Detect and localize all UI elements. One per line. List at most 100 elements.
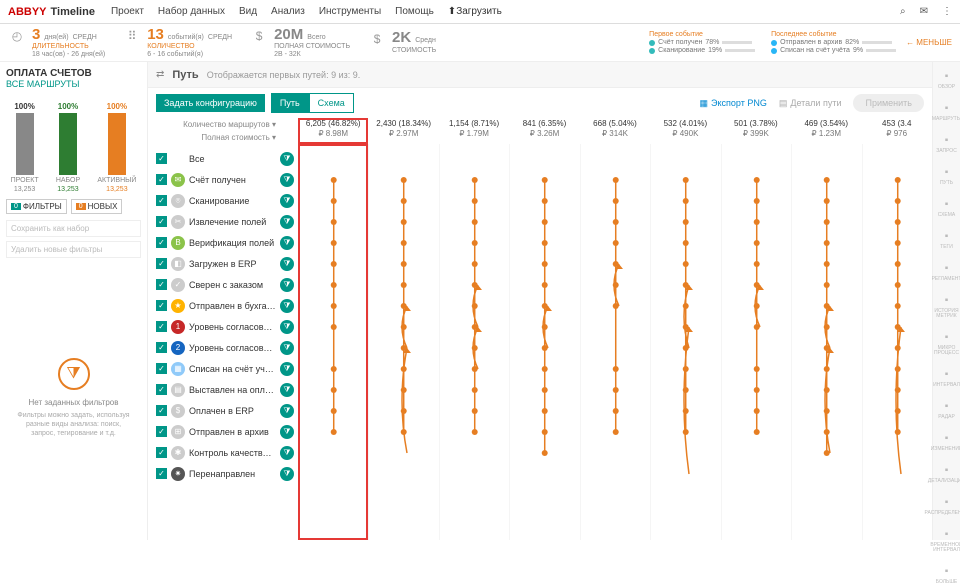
- event-row[interactable]: ✓$Оплачен в ERP⧩: [156, 400, 294, 421]
- event-row[interactable]: ✓✱Контроль качества рас...⧩: [156, 442, 294, 463]
- checkbox-icon[interactable]: ✓: [156, 468, 167, 479]
- menu-Вид[interactable]: Вид: [239, 6, 257, 17]
- checkbox-icon[interactable]: ✓: [156, 216, 167, 227]
- cost-selector[interactable]: Полная стоимость ▾: [148, 133, 284, 142]
- delete-filters-button[interactable]: Удалить новые фильтры: [6, 241, 141, 258]
- event-row[interactable]: ✓2Уровень согласования 2⧩: [156, 337, 294, 358]
- checkbox-icon[interactable]: ✓: [156, 321, 167, 332]
- path-column[interactable]: [298, 144, 368, 540]
- filter-icon[interactable]: ⧩: [280, 341, 294, 355]
- path-column-header[interactable]: 1,154 (8.71%)₽ 1.79M: [439, 118, 509, 144]
- path-column[interactable]: [580, 144, 650, 540]
- filter-icon[interactable]: ⧩: [280, 236, 294, 250]
- filter-icon[interactable]: ⧩: [280, 299, 294, 313]
- checkbox-icon[interactable]: ✓: [156, 447, 167, 458]
- event-row[interactable]: ✓⊞Отправлен в архив⧩: [156, 421, 294, 442]
- event-row[interactable]: ✓▤Выставлен на оплату⧩: [156, 379, 294, 400]
- filter-icon[interactable]: ⧩: [280, 362, 294, 376]
- rail-ИЗМЕНЕНИЕ[interactable]: ▪ИЗМЕНЕНИЕ: [931, 430, 960, 452]
- tab-path[interactable]: Путь: [271, 93, 309, 113]
- rail-РАДАР[interactable]: ▪РАДАР: [938, 398, 955, 420]
- event-row[interactable]: ✓✂Извлечение полей⧩: [156, 211, 294, 232]
- checkbox-icon[interactable]: ✓: [156, 153, 167, 164]
- rail-МАРШРУТЫ[interactable]: ▪МАРШРУТЫ: [932, 100, 960, 122]
- collapse-button[interactable]: ← МЕНЬШЕ: [906, 38, 952, 47]
- search-icon[interactable]: ⌕: [900, 6, 906, 17]
- checkbox-icon[interactable]: ✓: [156, 300, 167, 311]
- checkbox-icon[interactable]: ✓: [156, 405, 167, 416]
- event-row[interactable]: ✓⌾Сканирование⧩: [156, 190, 294, 211]
- rail-ДЕТАЛИЗАЦИЯ[interactable]: ▪ДЕТАЛИЗАЦИЯ: [928, 462, 960, 484]
- menu-Помощь[interactable]: Помощь: [395, 6, 434, 17]
- path-column-header[interactable]: 841 (6.35%)₽ 3.26M: [509, 118, 579, 144]
- save-as-set-button[interactable]: Сохранить как набор: [6, 220, 141, 237]
- routes-selector[interactable]: Количество маршрутов ▾: [148, 120, 284, 129]
- filter-icon[interactable]: ⧩: [280, 404, 294, 418]
- filter-icon[interactable]: ⧩: [280, 446, 294, 460]
- path-details-button[interactable]: ▤ Детали пути: [779, 98, 842, 109]
- checkbox-icon[interactable]: ✓: [156, 384, 167, 395]
- menu-Анализ[interactable]: Анализ: [271, 6, 305, 17]
- filter-icon[interactable]: ⧩: [280, 320, 294, 334]
- event-row[interactable]: ✓≡Все⧩: [156, 148, 294, 169]
- rail-РЕГЛАМЕНТ[interactable]: ▪РЕГЛАМЕНТ: [932, 260, 960, 282]
- event-row[interactable]: ✓BВерификация полей⧩: [156, 232, 294, 253]
- rail-ТЕГИ[interactable]: ▪ТЕГИ: [939, 228, 955, 250]
- menu-Инструменты[interactable]: Инструменты: [319, 6, 381, 17]
- checkbox-icon[interactable]: ✓: [156, 363, 167, 374]
- tab-scheme[interactable]: Схема: [309, 93, 354, 113]
- filters-button[interactable]: 0ФИЛЬТРЫ: [6, 199, 67, 214]
- path-column[interactable]: [650, 144, 720, 540]
- export-png-button[interactable]: ▦ Экспорт PNG: [699, 98, 766, 109]
- filter-icon[interactable]: ⧩: [280, 467, 294, 481]
- event-row[interactable]: ✓✷Перенаправлен⧩: [156, 463, 294, 484]
- filter-icon[interactable]: ⧩: [280, 383, 294, 397]
- new-filters-button[interactable]: 0НОВЫХ: [71, 199, 123, 214]
- mail-icon[interactable]: ✉: [920, 6, 928, 17]
- event-row[interactable]: ✓✉Счёт получен⧩: [156, 169, 294, 190]
- path-column[interactable]: [791, 144, 861, 540]
- rail-ИСТОРИЯ МЕТРИК[interactable]: ▪ИСТОРИЯ МЕТРИК: [933, 292, 960, 319]
- path-column[interactable]: [509, 144, 579, 540]
- config-button[interactable]: Задать конфигурацию: [156, 94, 265, 112]
- filter-icon[interactable]: ⧩: [280, 173, 294, 187]
- path-column-header[interactable]: 6,205 (46.82%)₽ 8.98M: [298, 118, 368, 144]
- filter-icon[interactable]: ⧩: [280, 425, 294, 439]
- rail-БОЛЬШЕ[interactable]: ▪БОЛЬШЕ: [936, 563, 958, 585]
- path-column[interactable]: [368, 144, 438, 540]
- event-row[interactable]: ✓▦Списан на счёт учёта⧩: [156, 358, 294, 379]
- checkbox-icon[interactable]: ✓: [156, 174, 167, 185]
- checkbox-icon[interactable]: ✓: [156, 342, 167, 353]
- rail-ИНТЕРВАЛ[interactable]: ▪ИНТЕРВАЛ: [933, 366, 960, 388]
- rail-МИКРО ПРОЦЕСС[interactable]: ▪МИКРО ПРОЦЕСС: [933, 329, 960, 356]
- rail-ОБЗОР[interactable]: ▪ОБЗОР: [938, 68, 955, 90]
- event-row[interactable]: ✓★Отправлен в бухгалтерию⧩: [156, 295, 294, 316]
- path-column[interactable]: [862, 144, 932, 540]
- path-column-header[interactable]: 469 (3.54%)₽ 1.23M: [791, 118, 861, 144]
- filter-icon[interactable]: ⧩: [280, 257, 294, 271]
- path-column-header[interactable]: 453 (3.4₽ 976: [862, 118, 932, 144]
- filter-icon[interactable]: ⧩: [280, 152, 294, 166]
- path-column-header[interactable]: 668 (5.04%)₽ 314K: [580, 118, 650, 144]
- checkbox-icon[interactable]: ✓: [156, 195, 167, 206]
- filter-icon[interactable]: ⧩: [280, 278, 294, 292]
- upload-button[interactable]: ⬆ Загрузить: [448, 6, 502, 17]
- event-row[interactable]: ✓✓Сверен с заказом⧩: [156, 274, 294, 295]
- checkbox-icon[interactable]: ✓: [156, 426, 167, 437]
- menu-Проект[interactable]: Проект: [111, 6, 144, 17]
- path-column-header[interactable]: 532 (4.01%)₽ 490K: [650, 118, 720, 144]
- rail-СХЕМА[interactable]: ▪СХЕМА: [938, 196, 956, 218]
- checkbox-icon[interactable]: ✓: [156, 279, 167, 290]
- path-column[interactable]: [439, 144, 509, 540]
- rail-ПУТЬ[interactable]: ▪ПУТЬ: [939, 164, 955, 186]
- path-column-header[interactable]: 2,430 (18.34%)₽ 2.97M: [368, 118, 438, 144]
- path-column-header[interactable]: 501 (3.78%)₽ 399K: [721, 118, 791, 144]
- apply-button[interactable]: Применить: [853, 94, 924, 112]
- checkbox-icon[interactable]: ✓: [156, 258, 167, 269]
- filter-icon[interactable]: ⧩: [280, 194, 294, 208]
- event-row[interactable]: ✓◧Загружен в ERP⧩: [156, 253, 294, 274]
- menu-Набор данных[interactable]: Набор данных: [158, 6, 225, 17]
- filter-icon[interactable]: ⧩: [280, 215, 294, 229]
- path-column[interactable]: [721, 144, 791, 540]
- checkbox-icon[interactable]: ✓: [156, 237, 167, 248]
